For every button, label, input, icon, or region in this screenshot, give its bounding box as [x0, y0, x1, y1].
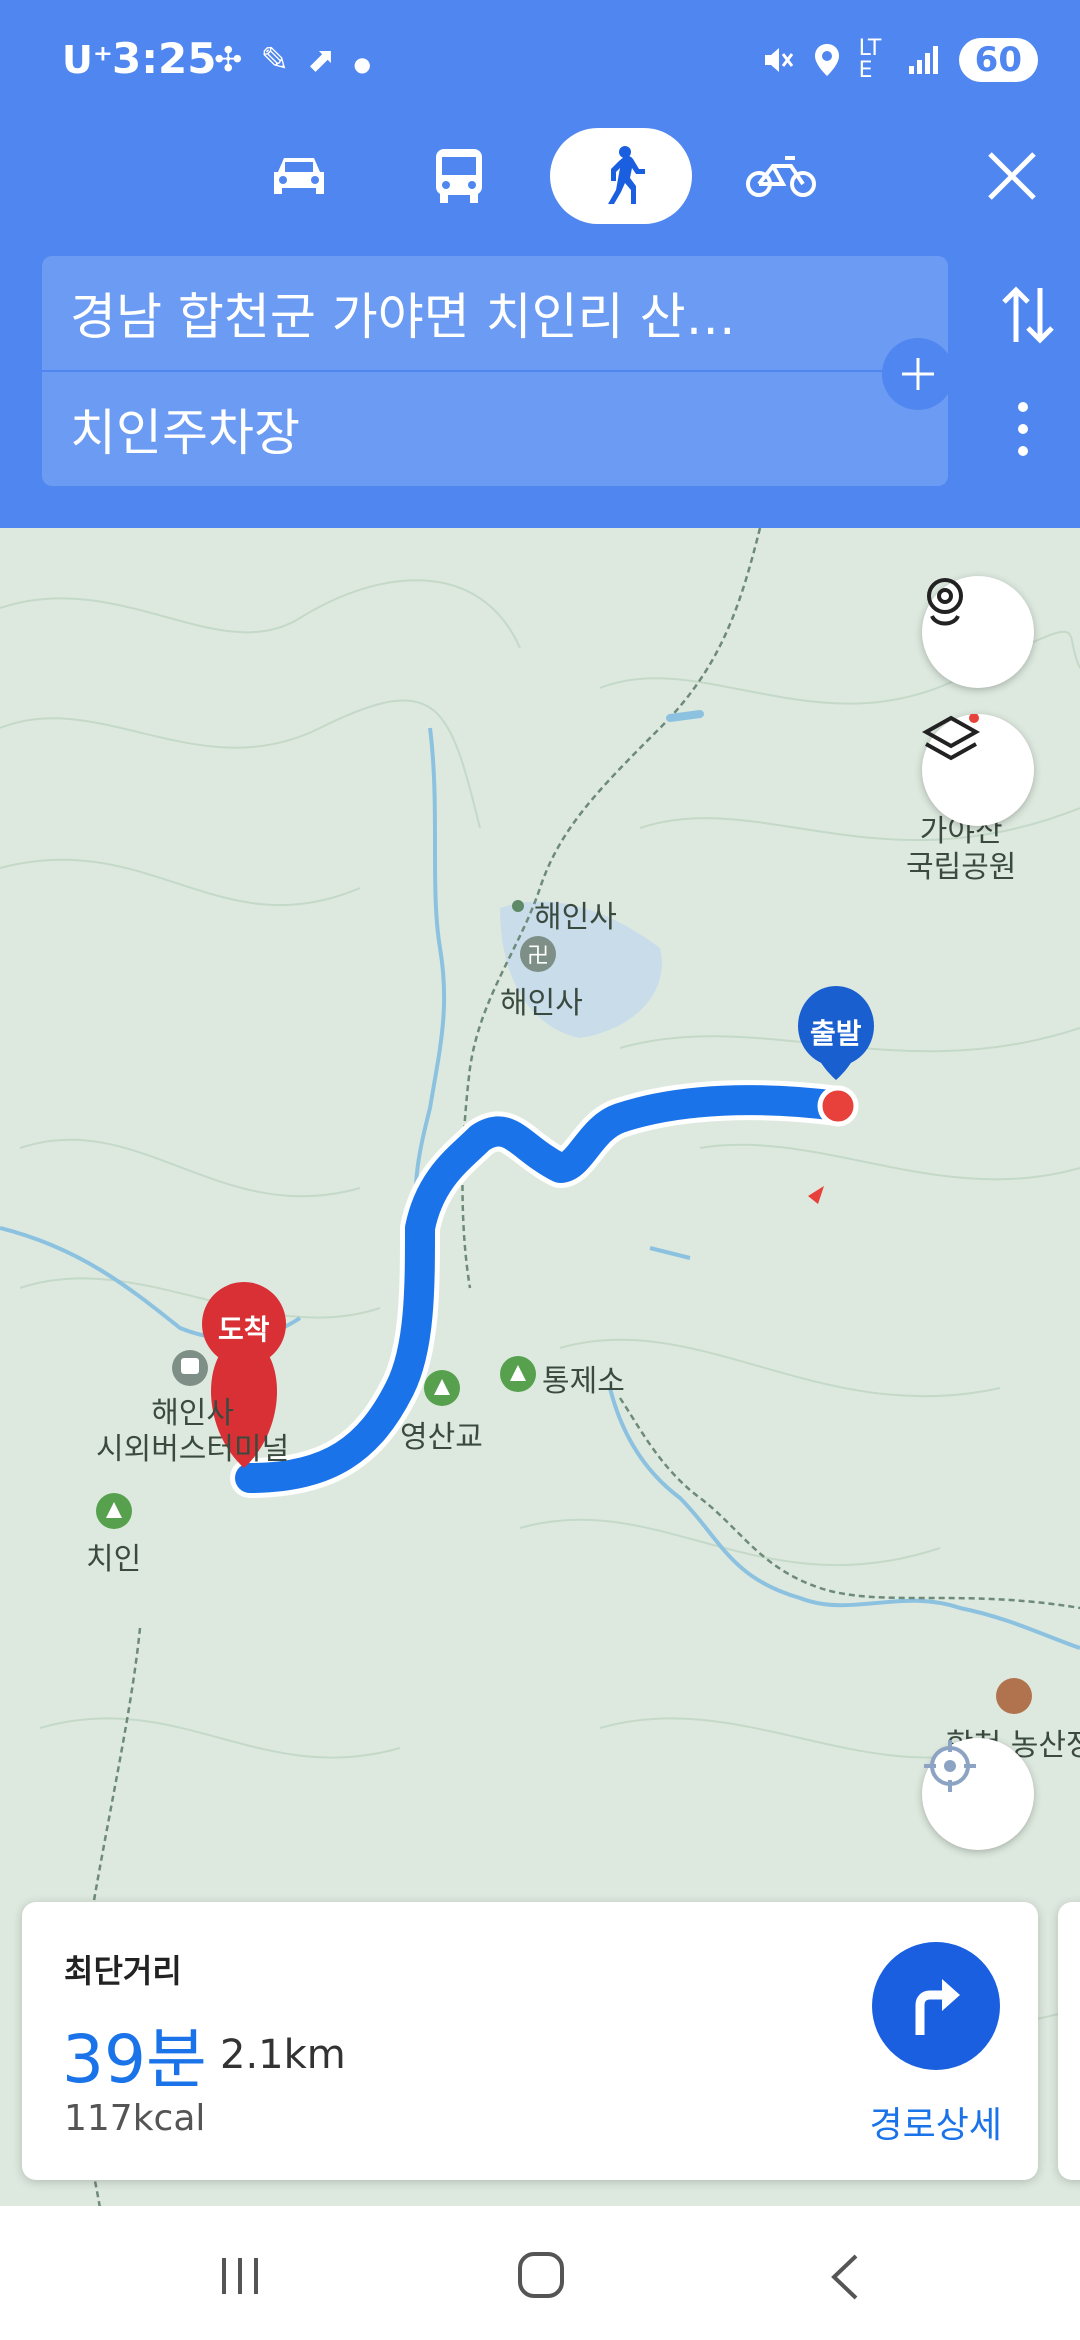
- crosshair-icon: [924, 1740, 976, 1792]
- status-bar: U⁺ 3:25 ✣✎⬈● LTE 60: [0, 0, 1080, 120]
- recent-apps-icon[interactable]: [218, 2254, 262, 2298]
- start-navigation-button[interactable]: [872, 1942, 1000, 2070]
- layers-button[interactable]: [922, 714, 1034, 826]
- swap-icon[interactable]: [1000, 284, 1056, 346]
- end-pin-label: 도착: [218, 1313, 270, 1346]
- svg-text:卍: 卍: [527, 944, 549, 969]
- route-calories: 117kcal: [64, 2098, 206, 2139]
- status-time: 3:25: [112, 34, 217, 83]
- street-view-icon: [927, 578, 963, 626]
- route-duration: 39분: [62, 2021, 207, 2098]
- app-notification-icon: ✎: [260, 40, 307, 80]
- tongjeso-label: 통제소: [542, 1364, 625, 1399]
- next-route-card-peek[interactable]: [1058, 1902, 1080, 2180]
- route-detail-link[interactable]: 경로상세: [870, 2096, 1002, 2148]
- walk-icon: [608, 146, 645, 204]
- plus-icon: [902, 358, 934, 390]
- start-pin-label: 출발: [810, 1017, 862, 1050]
- bicycle-icon: [746, 156, 816, 197]
- walk-mode-tab[interactable]: [550, 128, 692, 224]
- route-distance: 2.1km: [220, 2032, 346, 2078]
- close-icon[interactable]: [982, 146, 1042, 206]
- turn-right-arrow-icon: [915, 1979, 960, 2035]
- travel-mode-tabs: [0, 128, 1080, 224]
- current-location-dot: [817, 1085, 859, 1127]
- temple-label: 해인사: [500, 986, 583, 1021]
- system-navigation-bar: [0, 2206, 1080, 2340]
- more-notifications-icon: ●: [353, 52, 389, 76]
- origin-field[interactable]: 경남 합천군 가야면 치인리 산…: [42, 256, 948, 370]
- car-mode-tab[interactable]: [254, 128, 344, 224]
- more-options-icon[interactable]: [1016, 400, 1030, 458]
- temple-label-small: 해인사: [534, 900, 617, 935]
- directions-header: U⁺ 3:25 ✣✎⬈● LTE 60 경남 합천군 가야면 치인리 산… 치인…: [0, 0, 1080, 528]
- bus-terminal-label: 해인사 시외버스터미널: [96, 1396, 290, 1467]
- route-type-label: 최단거리: [64, 1952, 182, 1990]
- app-notification-icon: ⬈: [307, 40, 354, 80]
- back-icon[interactable]: [826, 2252, 862, 2302]
- mute-icon: [764, 48, 793, 72]
- bicycle-mode-tab[interactable]: [736, 128, 826, 224]
- park-label: 가야산 국립공원: [906, 814, 1017, 885]
- car-icon: [274, 158, 324, 194]
- signal-icon: [908, 46, 938, 74]
- add-waypoint-button[interactable]: [882, 338, 954, 410]
- chiin-label: 치인: [86, 1542, 142, 1577]
- home-icon[interactable]: [516, 2250, 566, 2300]
- destination-field[interactable]: 치인주차장: [42, 372, 948, 486]
- system-icons: LTE 60: [761, 38, 1038, 82]
- route-summary-card[interactable]: 최단거리 39분 2.1km 117kcal 경로상세: [22, 1902, 1038, 2180]
- route-inputs: 경남 합천군 가야면 치인리 산… 치인주차장: [42, 256, 954, 486]
- bus-icon: [436, 149, 482, 203]
- transit-mode-tab[interactable]: [414, 128, 504, 224]
- location-icon: [814, 44, 839, 76]
- notification-icons: ✣✎⬈●: [214, 40, 389, 80]
- app-notification-icon: ✣: [214, 40, 261, 80]
- street-view-button[interactable]: [922, 576, 1034, 688]
- layers-icon: [922, 714, 980, 761]
- carrier-label: U⁺: [62, 38, 113, 82]
- network-label: LTE: [858, 36, 882, 83]
- yeongsangyo-label: 영산교: [400, 1420, 483, 1455]
- locate-me-button[interactable]: [922, 1738, 1034, 1850]
- battery-indicator: 60: [958, 38, 1038, 82]
